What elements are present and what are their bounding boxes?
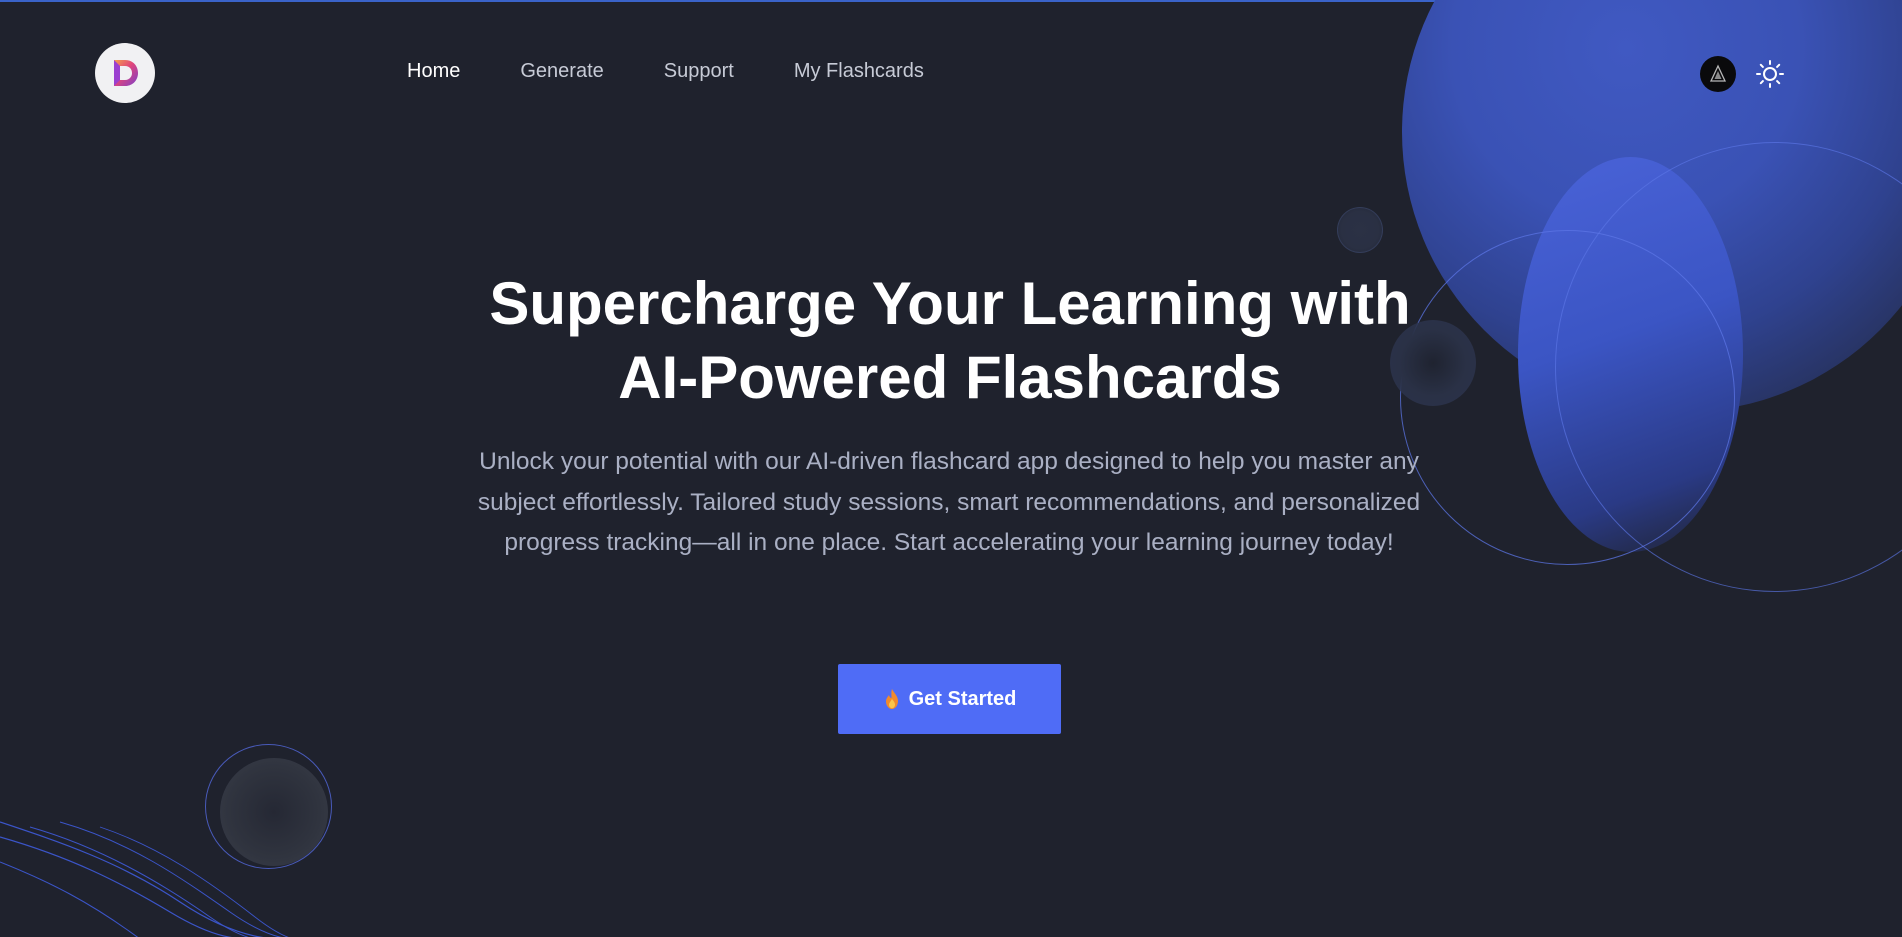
get-started-button[interactable]: Get Started	[838, 664, 1061, 734]
main-nav: Home Generate Support My Flashcards	[407, 60, 984, 83]
logo[interactable]	[95, 43, 155, 103]
decor-dot	[1337, 207, 1383, 253]
nav-home[interactable]: Home	[407, 60, 460, 83]
decor-blob-medium	[1518, 157, 1743, 552]
user-avatar-icon	[1709, 64, 1727, 82]
decor-ring	[1555, 142, 1902, 592]
theme-toggle-button[interactable]	[1754, 58, 1786, 90]
decor-dot	[220, 758, 328, 866]
get-started-label: Get Started	[908, 687, 1017, 710]
hero-title-line-2: AI-Powered Flashcards	[618, 344, 1282, 411]
decor-ring	[205, 744, 332, 869]
hero-description: Unlock your potential with our AI-driven…	[477, 448, 1421, 556]
user-avatar[interactable]	[1700, 56, 1736, 92]
hero-title: Supercharge Your Learning with AI-Powere…	[400, 267, 1500, 415]
fire-icon	[885, 689, 898, 709]
decor-waves	[0, 821, 289, 937]
d-logo-icon	[114, 60, 138, 86]
sun-icon	[1756, 60, 1784, 88]
nav-support[interactable]: Support	[664, 60, 734, 83]
nav-generate[interactable]: Generate	[520, 60, 603, 83]
hero-title-line-1: Supercharge Your Learning with	[489, 270, 1411, 337]
nav-my-flashcards[interactable]: My Flashcards	[794, 60, 924, 83]
